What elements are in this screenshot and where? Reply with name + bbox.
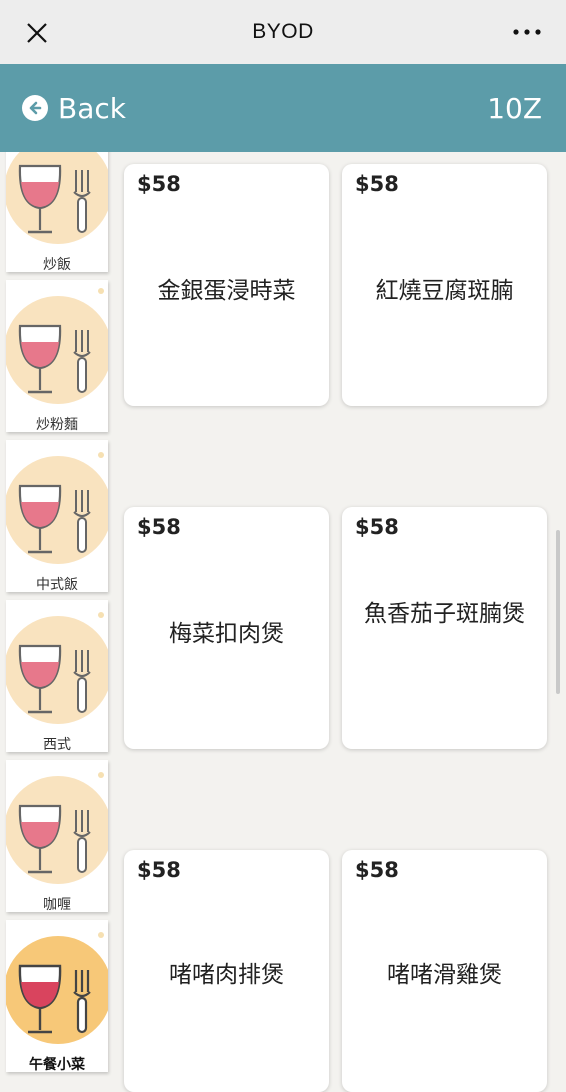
category-label: 咖喱 (43, 897, 71, 912)
arrow-left-circle-icon (22, 95, 48, 121)
table-number: 10Z (487, 92, 542, 125)
wine-glass-and-fork-icon (18, 804, 91, 874)
menu-item-card[interactable]: $58 梅菜扣肉煲 (124, 507, 329, 749)
more-dots-icon[interactable] (512, 26, 542, 38)
item-name: 金銀蛋浸時菜 (157, 278, 296, 304)
category-item-curry[interactable]: 咖喱 (6, 760, 108, 912)
category-item-chinese-rice[interactable]: 中式飯 (6, 440, 108, 592)
category-item-fried-noodles[interactable]: 炒粉麵 (6, 280, 108, 432)
back-button[interactable]: Back (22, 90, 126, 126)
back-label: Back (58, 91, 126, 125)
item-price: $58 (137, 515, 181, 539)
category-label: 西式 (43, 737, 71, 752)
top-bar: BYOD (0, 0, 566, 64)
item-price: $58 (355, 858, 399, 882)
category-label: 午餐小菜 (29, 1057, 85, 1072)
menu-item-card[interactable]: $58 紅燒豆腐斑腩 (342, 164, 547, 406)
menu-item-card[interactable]: $58 金銀蛋浸時菜 (124, 164, 329, 406)
menu-item-card[interactable]: $58 啫啫肉排煲 (124, 850, 329, 1092)
header-bar: Back 10Z (0, 64, 566, 152)
category-label: 炒飯 (43, 257, 71, 272)
item-price: $58 (355, 172, 399, 196)
category-item-lunch-dishes[interactable]: 午餐小菜 (6, 920, 108, 1072)
category-label: 炒粉麵 (36, 417, 78, 432)
item-name: 啫啫肉排煲 (169, 962, 284, 988)
item-name: 紅燒豆腐斑腩 (375, 278, 514, 304)
category-label: 中式飯 (36, 577, 78, 592)
wine-glass-and-fork-icon (18, 964, 91, 1034)
category-sidebar: 炒飯 炒粉麵 中式飯 西式 咖喱 午餐小菜 (0, 152, 112, 1080)
wine-glass-and-fork-icon (18, 644, 91, 714)
wine-glass-and-fork-icon (18, 164, 91, 234)
item-price: $58 (355, 515, 399, 539)
scrollbar[interactable] (556, 530, 560, 694)
item-name: 啫啫滑雞煲 (387, 962, 502, 988)
category-item-fried-rice[interactable]: 炒飯 (6, 152, 108, 272)
item-price: $58 (137, 858, 181, 882)
app-title: BYOD (252, 20, 314, 43)
item-name: 魚香茄子斑腩煲 (364, 601, 525, 627)
category-item-western[interactable]: 西式 (6, 600, 108, 752)
menu-item-card[interactable]: $58 魚香茄子斑腩煲 (342, 507, 547, 749)
menu-item-card[interactable]: $58 啫啫滑雞煲 (342, 850, 547, 1092)
wine-glass-and-fork-icon (18, 484, 91, 554)
item-name: 梅菜扣肉煲 (169, 621, 284, 647)
item-price: $58 (137, 172, 181, 196)
wine-glass-and-fork-icon (18, 324, 91, 394)
close-icon[interactable] (22, 18, 52, 48)
